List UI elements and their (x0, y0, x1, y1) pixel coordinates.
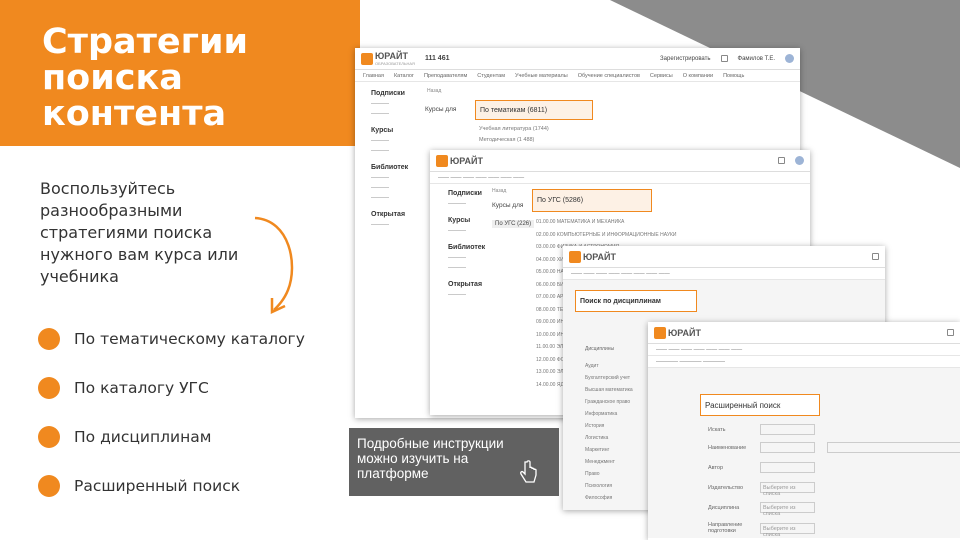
direction-select[interactable]: Выберите из списка (760, 522, 815, 538)
cart-icon[interactable] (947, 329, 954, 336)
nav-item[interactable]: Обучение специалистов (578, 73, 640, 79)
form-row-direction: Направление подготовки Выберите из списка (708, 522, 815, 538)
form-row-search: Искать (708, 424, 815, 435)
site-nav: —— —— —— —— —— —— —— (430, 172, 810, 184)
bullet-dot-icon (38, 474, 60, 497)
site-logo: ЮРАЙТ (569, 250, 616, 263)
topic-catalog-highlight[interactable]: По тематикам (6811) (475, 100, 593, 120)
title-field[interactable] (760, 442, 815, 453)
site-header: ЮРАЙТ ОБРАЗОВАТЕЛЬНАЯ 111 461 Зарегистрир… (355, 48, 800, 70)
stat-count: 111 461 (424, 55, 450, 62)
nav-item[interactable]: Учебные материалы (515, 73, 568, 79)
site-nav: —— —— —— —— —— —— —— (648, 344, 960, 356)
form-row-publisher: Издательство Выберите из списка (708, 482, 815, 497)
site-subnav: ———— ———— ———— (648, 356, 960, 368)
register-button[interactable]: Зарегистрировать (660, 56, 710, 62)
discipline-select[interactable]: Выберите из списка (760, 502, 815, 517)
ugs-left-item[interactable]: По УГС (226) (492, 220, 535, 228)
site-logo: ЮРАЙТ (654, 326, 701, 339)
title-input[interactable] (827, 442, 960, 453)
site-header: ЮРАЙТ (563, 246, 885, 268)
column-title: Курсы для (425, 106, 457, 113)
disciplines-highlight[interactable]: Поиск по дисциплинам (575, 290, 697, 312)
column-title: Курсы для (492, 202, 524, 209)
site-logo: ЮРАЙТ (436, 154, 483, 167)
site-header: ЮРАЙТ (648, 322, 960, 344)
intro-text: Воспользуйтесь разнообразными стратегиям… (40, 179, 239, 286)
bullet-dot-icon (38, 425, 60, 448)
advanced-search-highlight[interactable]: Расширенный поиск (700, 394, 820, 416)
form-row-author: Автор (708, 462, 815, 473)
strategy-item: По дисциплинам (38, 412, 305, 461)
strategy-item: По тематическому каталогу (38, 314, 305, 363)
back-link[interactable]: Назад (427, 88, 441, 94)
nav-item[interactable]: Сервисы (650, 73, 673, 79)
back-link[interactable]: Назад (492, 188, 506, 194)
user-name: Фамилов Т.Е. (737, 55, 775, 62)
strategy-list: По тематическому каталогу По каталогу УГ… (38, 314, 305, 510)
nav-item[interactable]: Студентам (477, 73, 505, 79)
curved-arrow-icon (254, 216, 294, 314)
nav-item[interactable]: Преподавателям (424, 73, 467, 79)
bullet-dot-icon (38, 327, 60, 350)
avatar[interactable] (785, 54, 794, 63)
instructions-note: Подробные инструкции можно изучить на пл… (349, 428, 559, 496)
ugs-catalog-highlight[interactable]: По УГС (5286) (532, 189, 652, 212)
site-header: ЮРАЙТ (430, 150, 810, 172)
slide-title: Стратегии поиска контента (42, 22, 249, 134)
screenshot-advanced-search: ЮРАЙТ —— —— —— —— —— —— —— ———— ———— ———… (648, 322, 960, 540)
cart-icon[interactable] (872, 253, 879, 260)
strategy-item: Расширенный поиск (38, 461, 305, 510)
bullet-dot-icon (38, 376, 60, 399)
topic-menu: Учебная литература (1744) Методическая (… (479, 126, 549, 143)
site-nav: —— —— —— —— —— —— —— —— (563, 268, 885, 280)
hand-pointer-icon (520, 460, 537, 483)
disciplines-list: Аудит Бухгалтерский учет Высшая математи… (585, 363, 633, 501)
author-field[interactable] (760, 462, 815, 473)
form-row-title: Наименование (708, 442, 960, 453)
sidebar: Подписки ——— ——— Курсы ——— ——— Библиотек ——— —… (371, 90, 409, 228)
nav-item[interactable]: Каталог (394, 73, 414, 79)
cart-icon[interactable] (778, 157, 785, 164)
nav-item[interactable]: Главная (363, 73, 384, 79)
search-scope-radio[interactable] (760, 424, 815, 435)
title-block: Стратегии поиска контента (0, 0, 360, 146)
publisher-select[interactable]: Выберите из списка (760, 482, 815, 497)
site-logo: ЮРАЙТ ОБРАЗОВАТЕЛЬНАЯ (361, 51, 415, 67)
avatar[interactable] (795, 156, 804, 165)
nav-item[interactable]: Помощь (723, 73, 744, 79)
strategy-item: По каталогу УГС (38, 363, 305, 412)
form-row-discipline: Дисциплина Выберите из списка (708, 502, 815, 517)
nav-item[interactable]: О компании (683, 73, 713, 79)
cart-icon[interactable] (720, 55, 728, 62)
site-nav: Главная Каталог Преподавателям Студентам… (355, 70, 800, 82)
disciplines-tab[interactable]: Дисциплины (585, 346, 614, 352)
